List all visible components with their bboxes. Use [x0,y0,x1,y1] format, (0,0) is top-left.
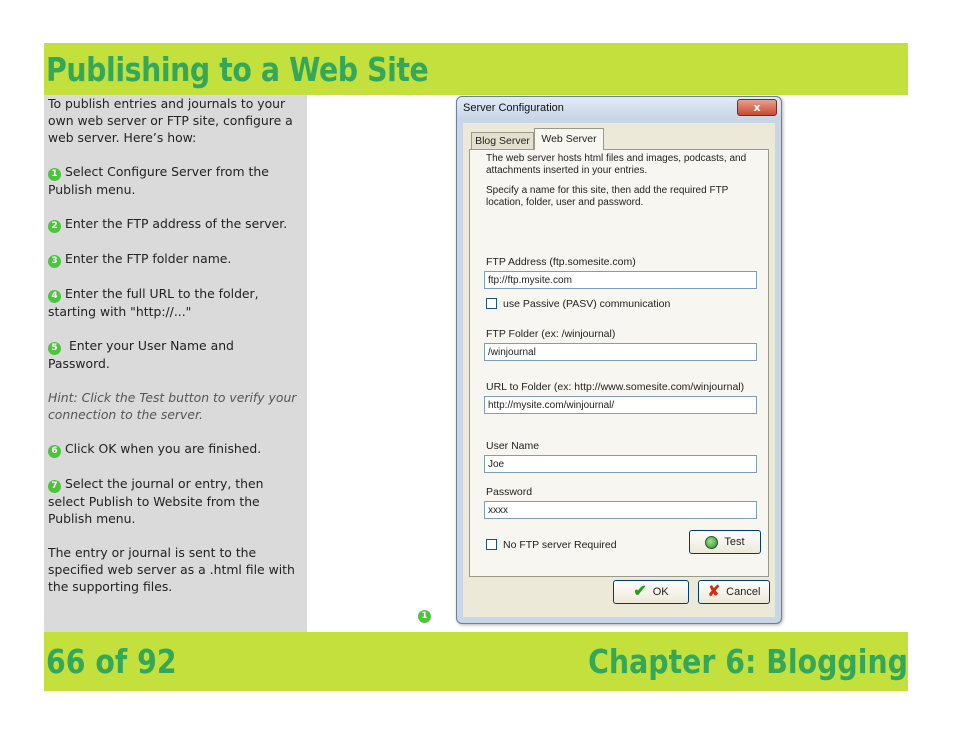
step-3: 3 Enter the FTP folder name. [48,250,297,268]
ftp-folder-label: FTP Folder (ex: /winjournal) [486,328,616,340]
url-to-folder-label: URL to Folder (ex: http://www.somesite.c… [486,381,745,393]
instructions-panel: To publish entries and journals to your … [44,95,307,632]
ftp-address-label: FTP Address (ftp.somesite.com) [486,256,636,268]
step-number-badge: 1 [48,168,61,181]
page-count: 66 of 92 [46,642,177,681]
step-text: Select the journal or entry, then select… [48,476,264,526]
dialog-title-bar[interactable]: Server Configuration x [457,97,781,121]
step-text: Select Configure Server from the Publish… [48,164,269,197]
test-icon [705,535,719,549]
user-name-input[interactable] [484,455,757,473]
password-label: Password [486,486,533,498]
step-5: 5 Enter your User Name and Password. [48,337,297,372]
step-number-badge: 7 [48,480,61,493]
passive-checkbox-row[interactable]: use Passive (PASV) communication [486,293,671,310]
step-text: Enter your User Name and Password. [48,338,234,371]
web-server-tab-panel: The web server hosts html files and imag… [469,149,769,577]
close-icon: x [753,101,761,114]
cancel-button[interactable]: ✘ Cancel [698,580,770,604]
tab-web-server[interactable]: Web Server [534,128,604,150]
dialog-title: Server Configuration [463,102,564,114]
chapter-title: Chapter 6: Blogging [588,642,908,681]
step-text: Click OK when you are finished. [65,441,262,456]
hint-text: Hint: Click the Test button to verify yo… [48,390,297,422]
url-to-folder-input[interactable] [484,396,757,414]
step-number-badge: 2 [48,220,61,233]
ok-button[interactable]: ✔ OK [613,580,689,604]
ok-button-label: OK [652,586,669,598]
password-input[interactable] [484,501,757,519]
step-number-badge: 5 [48,342,61,355]
dialog-client-area: Blog Server Web Server The web server ho… [463,123,775,617]
page-title: Publishing to a Web Site [46,50,429,89]
step-6: 6 Click OK when you are finished. [48,440,297,458]
no-ftp-checkbox-row[interactable]: No FTP server Required [486,534,617,551]
no-ftp-checkbox[interactable] [486,539,497,550]
instructions-text: Specify a name for this site, then add t… [486,185,729,208]
server-configuration-dialog: Server Configuration x Blog Server Web S… [456,96,782,624]
callout-badge: 1 [418,610,431,623]
test-button[interactable]: Test [689,530,761,554]
passive-checkbox-label: use Passive (PASV) communication [503,297,671,310]
user-name-label: User Name [486,440,540,452]
step-text: Enter the FTP folder name. [65,251,232,266]
step-number-badge: 3 [48,255,61,268]
step-1: 1 Select Configure Server from the Publis… [48,163,297,198]
description-text: The web server hosts html files and imag… [486,153,747,176]
checkmark-icon: ✔ [633,583,647,600]
test-button-label: Test [724,536,745,548]
step-number-badge: 6 [48,445,61,458]
passive-checkbox[interactable] [486,298,497,309]
no-ftp-checkbox-label: No FTP server Required [503,538,617,551]
step-number-badge: 4 [48,290,61,303]
intro-text: To publish entries and journals to your … [48,96,293,145]
tab-blog-server[interactable]: Blog Server [471,132,534,149]
step-2: 2 Enter the FTP address of the server. [48,215,297,233]
step-4: 4 Enter the full URL to the folder, start… [48,285,297,320]
ftp-address-input[interactable] [484,271,757,289]
step-text: Enter the full URL to the folder, starti… [48,286,259,319]
step-text: Enter the FTP address of the server. [65,216,288,231]
step-7: 7 Select the journal or entry, then selec… [48,475,297,527]
cancel-button-label: Cancel [726,586,761,598]
ftp-folder-input[interactable] [484,343,757,361]
close-button[interactable]: x [737,99,777,116]
outro-text: The entry or journal is sent to the spec… [48,545,295,594]
x-icon: ✘ [707,583,721,600]
